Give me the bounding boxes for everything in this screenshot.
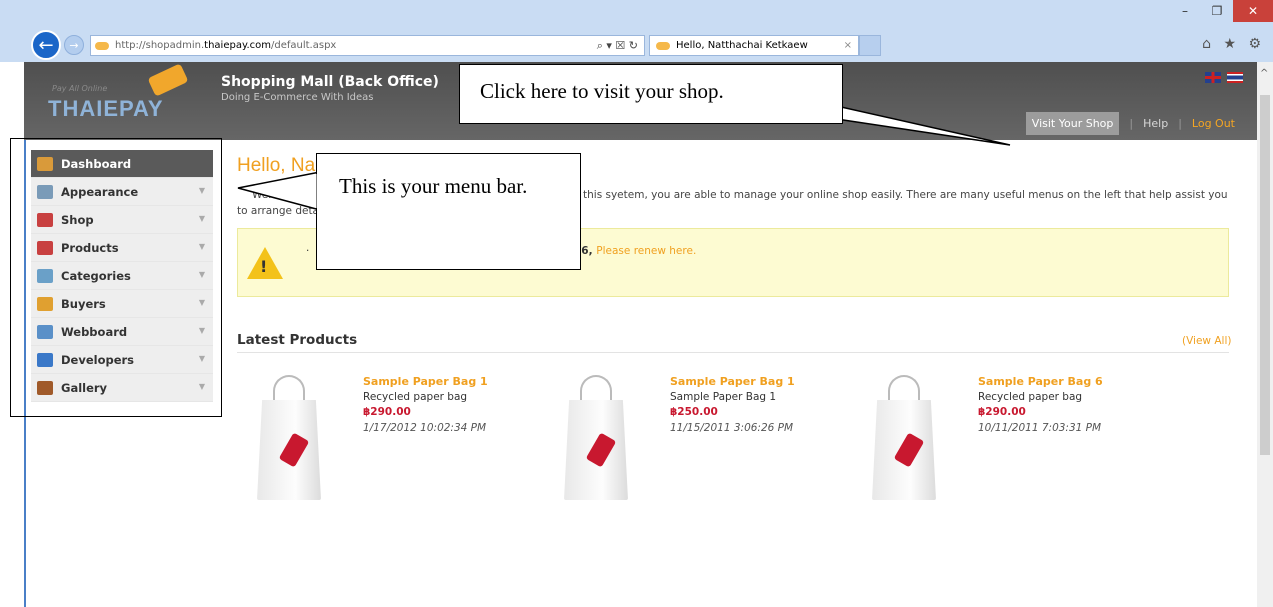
product-description: Recycled paper bag [363,391,468,403]
menu-bar-callout: This is your menu bar. [316,153,581,270]
notice-text: 16, Please renew here. [574,245,696,257]
nav-separator: | [1129,117,1134,130]
window-controls: – ❐ ✕ [1169,0,1273,22]
url-host: thaiepay.com [204,40,271,51]
visit-shop-button[interactable]: Visit Your Shop [1025,112,1120,135]
logo-tagline: Pay All Online [52,84,108,93]
close-window-button[interactable]: ✕ [1233,0,1273,22]
product-description: Sample Paper Bag 1 [670,391,777,403]
product-card[interactable]: Sample Paper Bag 1 Sample Paper Bag 1 ฿250… [544,370,844,510]
forward-button[interactable]: → [64,35,84,55]
product-image[interactable] [249,375,339,500]
new-tab-button[interactable] [859,35,881,56]
product-date: 10/11/2011 7:03:31 PM [978,422,1102,434]
nav-separator: | [1178,117,1182,130]
logo-tag-icon [147,63,189,97]
product-name[interactable]: Sample Paper Bag 1 [363,375,488,388]
product-image[interactable] [864,375,954,500]
top-nav: Visit Your Shop | Help | Log Out [1025,112,1235,135]
address-tools[interactable]: ⌕ ▾ ☒ ↻ [597,39,638,53]
product-date: 11/15/2011 3:06:26 PM [670,422,794,434]
minimize-button[interactable]: – [1169,0,1201,22]
renew-link[interactable]: Please renew here. [596,245,696,257]
product-card[interactable]: Sample Paper Bag 6 Recycled paper bag ฿290… [852,370,1152,510]
greeting-heading: Hello, Na [237,155,316,176]
restore-button[interactable]: ❐ [1201,0,1233,22]
home-favorites-settings-icons[interactable]: ⌂ ★ ⚙ [1202,36,1265,52]
welcome-text-start: Welcom [252,189,294,201]
language-flags [1205,72,1243,83]
scroll-thumb[interactable] [1260,95,1270,455]
latest-products-heading: Latest Products [237,332,358,348]
favicon-icon [95,41,109,50]
product-card[interactable]: Sample Paper Bag 1 Recycled paper bag ฿290… [237,370,537,510]
visit-shop-callout: Click here to visit your shop. [459,64,843,124]
browser-tab[interactable]: Hello, Natthachai Ketkaew × [649,35,859,56]
welcome-text-line2: to arrange deta [237,205,319,217]
product-date: 1/17/2012 10:02:34 PM [363,422,487,434]
english-flag-icon[interactable] [1205,72,1221,83]
product-price: ฿290.00 [978,406,1026,418]
view-all-link[interactable]: (View All) [1182,335,1231,347]
product-description: Recycled paper bag [978,391,1083,403]
logo[interactable]: THAIEPAY [48,96,164,122]
tab-favicon-icon [656,41,670,50]
browser-chrome: – ❐ ✕ ← → http://shopadmin. thaiepay.com /… [0,0,1273,62]
tab-title: Hello, Natthachai Ketkaew [676,40,808,51]
warning-mark: ! [260,257,268,276]
sidebar-highlight-frame [10,138,222,417]
product-image[interactable] [556,375,646,500]
tab-close-button[interactable]: × [844,40,852,51]
back-button[interactable]: ← [31,30,61,60]
logout-link[interactable]: Log Out [1192,117,1235,130]
scroll-up-icon[interactable]: ^ [1260,68,1268,79]
site-subtitle: Doing E-Commerce With Ideas [221,92,374,103]
address-bar[interactable]: http://shopadmin. thaiepay.com/default.as… [90,35,645,56]
callout-shop-text: Click here to visit your shop. [480,79,724,103]
site-title: Shopping Mall (Back Office) [221,74,439,90]
url-path: /default.aspx [271,40,337,51]
url-prefix: http://shopadmin. [115,40,205,51]
welcome-text-continued: this syetem, you are able to manage your… [583,189,1228,201]
product-name[interactable]: Sample Paper Bag 1 [670,375,795,388]
product-price: ฿290.00 [363,406,411,418]
thai-flag-icon[interactable] [1227,72,1243,83]
notice-bullet: · [306,245,310,257]
help-link[interactable]: Help [1143,117,1168,130]
divider [237,352,1229,353]
product-price: ฿250.00 [670,406,718,418]
product-name[interactable]: Sample Paper Bag 6 [978,375,1103,388]
callout-menu-text: This is your menu bar. [339,174,528,198]
